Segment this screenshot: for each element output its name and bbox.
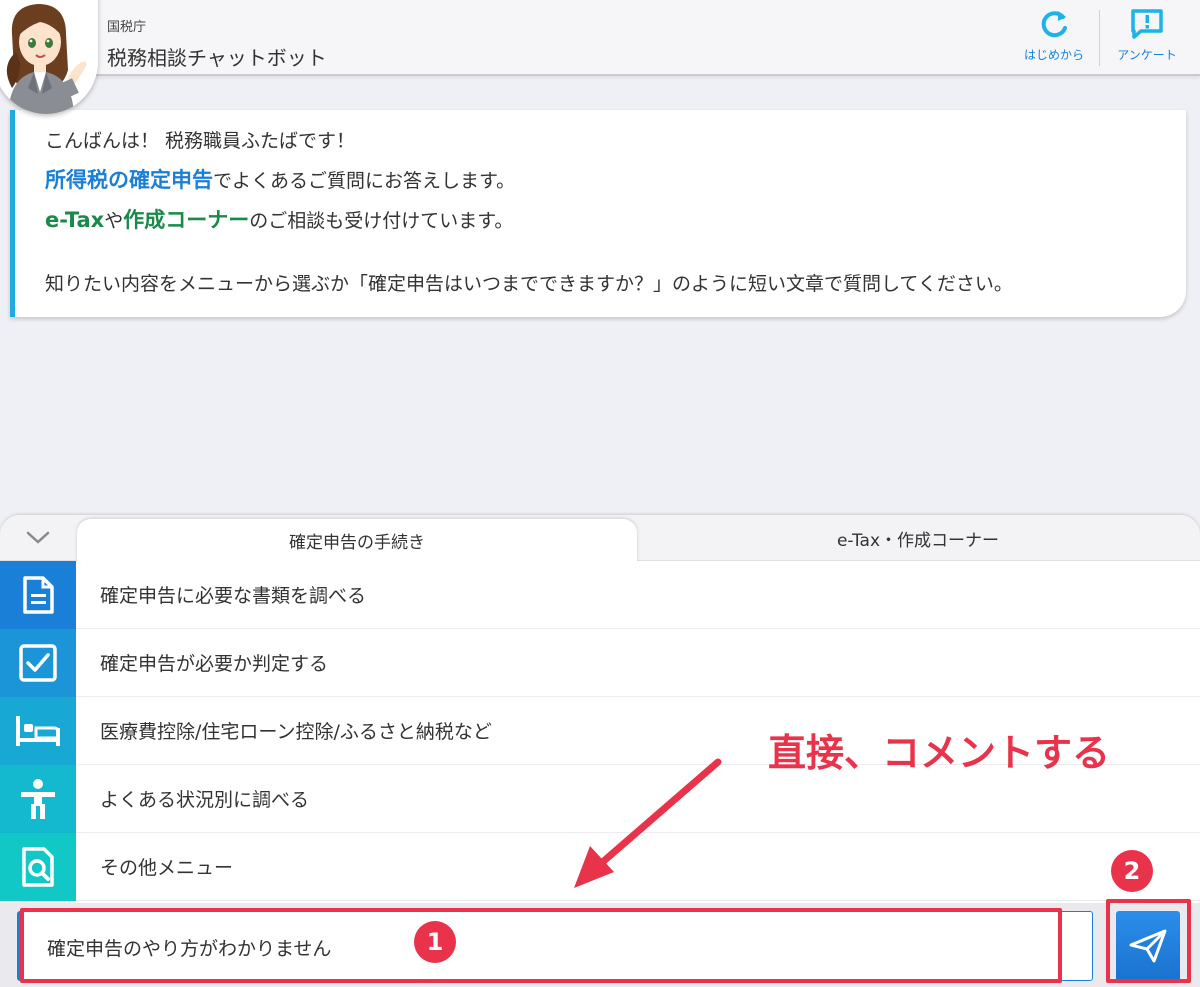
intro-line: 所得税の確定申告でよくあるご質問にお答えします。	[45, 161, 1186, 201]
menu-item-required-documents[interactable]: 確定申告に必要な書類を調べる	[0, 560, 1200, 629]
tab-etax[interactable]: e-Tax・作成コーナー	[638, 515, 1198, 561]
intro-rest: でよくあるご質問にお答えします。	[213, 170, 516, 192]
menu-item-label: 確定申告が必要か判定する	[100, 653, 329, 675]
menu-item-label: その他メニュー	[100, 857, 234, 879]
search-document-icon	[0, 832, 76, 901]
avatar	[0, 0, 98, 114]
menu-panel: e-Tax・作成コーナー 確定申告の手続き 確定申告に必要な書類を調べる 確定申…	[0, 515, 1200, 903]
app-header: 国税庁 税務相談チャットボット はじめから アンケート	[0, 0, 1200, 114]
page-title: 税務相談チャットボット	[107, 46, 327, 70]
menu-item-filing-check[interactable]: 確定申告が必要か判定する	[0, 628, 1200, 697]
step-badge-2: 2	[1111, 850, 1153, 892]
bed-icon	[0, 696, 76, 765]
chevron-down-icon	[26, 531, 50, 544]
etax-rest: のご相談も受け付けています。	[249, 210, 514, 232]
input-highlight	[20, 908, 1062, 983]
document-icon	[0, 560, 76, 629]
greeting-text: こんばんは！ 税務職員ふたばです！	[45, 130, 356, 152]
survey-button[interactable]: アンケート	[1103, 6, 1191, 68]
feedback-icon	[1131, 9, 1163, 39]
etax-connector: や	[104, 210, 124, 232]
tab-filing-procedures[interactable]: 確定申告の手続き	[77, 519, 637, 562]
menu-item-other[interactable]: その他メニュー	[0, 832, 1200, 901]
agency-label: 国税庁	[107, 20, 147, 35]
restart-label: はじめから	[1023, 48, 1084, 62]
checkbox-icon	[0, 628, 76, 697]
header-divider	[1099, 10, 1100, 66]
annotation-caption: 直接、コメントする	[768, 731, 1111, 775]
refresh-icon	[1041, 11, 1067, 38]
menu-item-label: よくある状況別に調べる	[100, 789, 310, 811]
person-icon	[0, 764, 76, 833]
etax-line: e-Taxや作成コーナーのご相談も受け付けています。	[45, 201, 1186, 241]
survey-label: アンケート	[1117, 48, 1177, 62]
menu-item-label: 確定申告に必要な書類を調べる	[100, 585, 367, 607]
menu-item-label: 医療費控除/住宅ローン控除/ふるさと納税など	[100, 721, 492, 743]
bot-message: こんばんは！ 税務職員ふたばです！ 所得税の確定申告でよくあるご質問にお答えしま…	[10, 110, 1186, 317]
income-tax-keyword: 所得税の確定申告	[45, 168, 213, 192]
collapse-button[interactable]	[18, 525, 58, 551]
tab-bar: e-Tax・作成コーナー 確定申告の手続き	[0, 515, 1200, 562]
creation-corner-keyword: 作成コーナー	[123, 208, 250, 232]
instruction-text: 知りたい内容をメニューから選ぶか「確定申告はいつまでできますか？」のように短い文…	[45, 273, 1013, 295]
etax-keyword: e-Tax	[45, 208, 105, 232]
send-highlight	[1106, 899, 1191, 983]
step-badge-1: 1	[414, 921, 456, 963]
restart-button[interactable]: はじめから	[1010, 6, 1098, 68]
